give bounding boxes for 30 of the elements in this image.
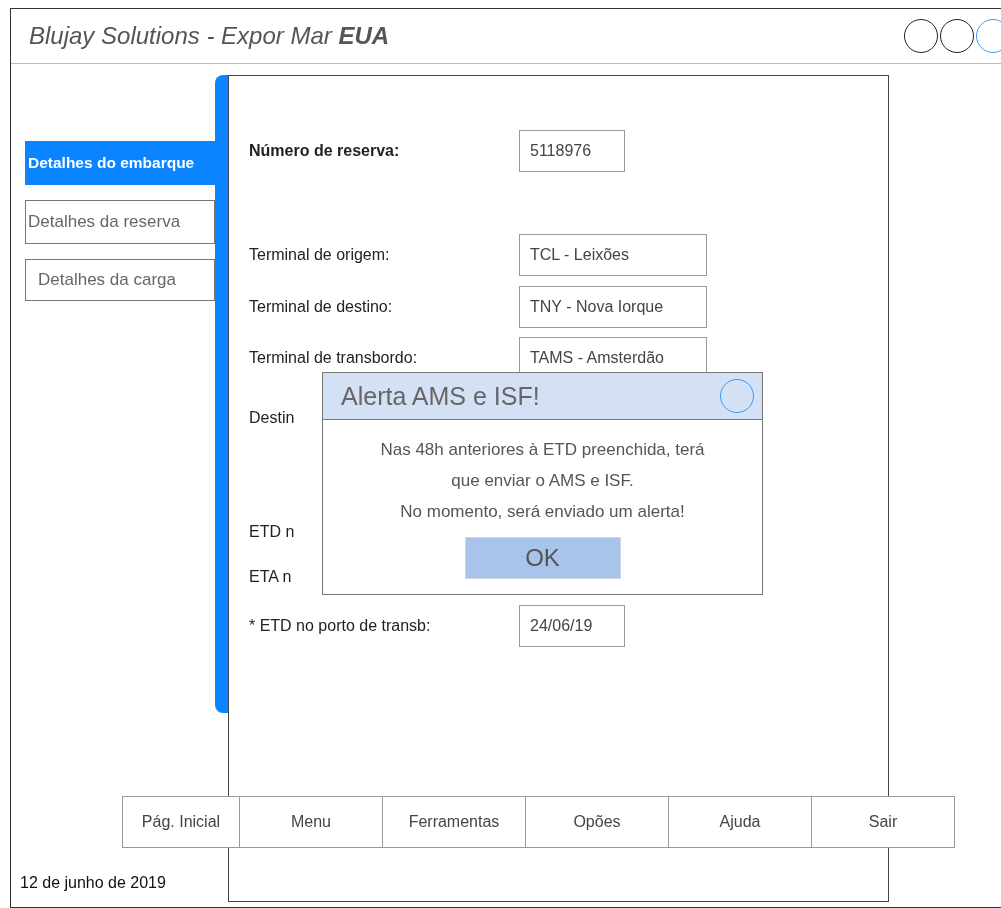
input-field[interactable]: 24/06/19 xyxy=(519,605,625,647)
nav-button[interactable]: Menu xyxy=(239,796,383,848)
field-label: Terminal de destino: xyxy=(249,298,394,316)
date-text: 12 de junho de 2019 xyxy=(20,874,166,892)
field-label: Terminal de transbordo: xyxy=(249,349,419,367)
field-label: * ETD no porto de transb: xyxy=(249,617,432,635)
nav-button[interactable]: Opões xyxy=(525,796,669,848)
nav-button[interactable]: Sair xyxy=(811,796,955,848)
nav-button[interactable]: Pág. Inicial xyxy=(122,796,240,848)
field-label: Destin xyxy=(249,409,296,427)
field-label: Terminal de origem: xyxy=(249,246,391,264)
dialog-title: Alerta AMS e ISF! xyxy=(341,381,540,411)
ok-button[interactable]: OK xyxy=(464,537,621,579)
dialog-message: No momento, será enviado um alerta! xyxy=(400,501,685,523)
sidebar-tab[interactable]: Detalhes do embarque xyxy=(25,141,215,185)
field-label: ETA n xyxy=(249,568,293,586)
input-field[interactable]: TNY - Nova Iorque xyxy=(519,286,707,328)
window-control-icon[interactable] xyxy=(940,19,974,53)
field-label: ETD n xyxy=(249,523,296,541)
input-field[interactable]: TCL - Leixões xyxy=(519,234,707,276)
sidebar-tab[interactable]: Detalhes da reserva xyxy=(25,200,215,244)
nav-button[interactable]: Ajuda xyxy=(668,796,812,848)
nav-button[interactable]: Ferramentas xyxy=(382,796,526,848)
dialog-message: que enviar o AMS e ISF. xyxy=(451,470,634,492)
input-field[interactable]: 5118976 xyxy=(519,130,625,172)
dialog-message: Nas 48h anteriores à ETD preenchida, terá xyxy=(380,439,705,461)
window-control-icon[interactable] xyxy=(904,19,938,53)
sidebar-tab[interactable]: Detalhes da carga xyxy=(25,259,215,301)
field-label: Número de reserva: xyxy=(249,142,401,160)
window-title: Blujay Solutions - Expor Mar EUA xyxy=(28,22,390,50)
